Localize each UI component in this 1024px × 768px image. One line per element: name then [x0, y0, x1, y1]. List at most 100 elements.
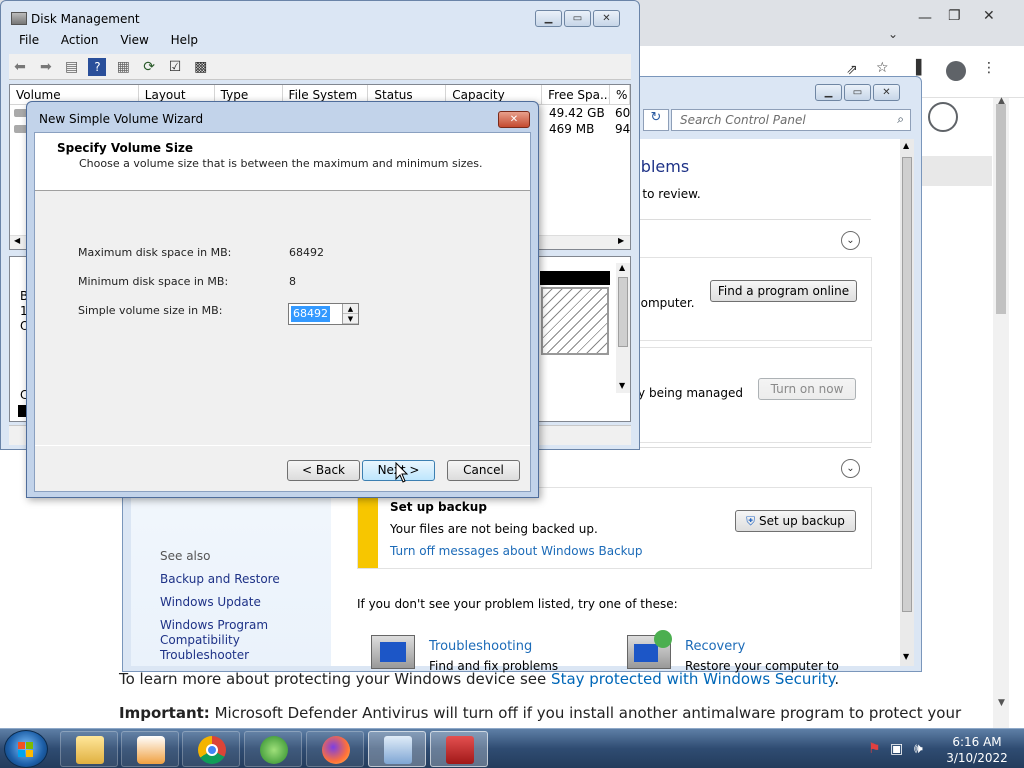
side-panel-icon[interactable]: ▌ — [916, 60, 927, 76]
start-button[interactable] — [4, 730, 48, 768]
taskbar-chrome[interactable] — [182, 731, 240, 767]
unallocated-partition[interactable] — [541, 287, 609, 355]
wizard-body: Specify Volume Size Choose a volume size… — [34, 132, 531, 492]
recovery-link[interactable]: Recovery — [685, 639, 745, 654]
chrome-icon — [198, 736, 226, 764]
show-hide-console-tree-icon[interactable]: ▤ — [63, 58, 81, 76]
taskbar-computer-management[interactable] — [430, 731, 488, 767]
volume-size-input[interactable]: 68492 — [291, 306, 330, 322]
important-text: Important: Microsoft Defender Antivirus … — [119, 704, 962, 722]
expand-maintenance-chevron-icon[interactable]: ⌄ — [841, 459, 860, 478]
compat-troubleshooter-link[interactable]: Windows Program Compatibility Troublesho… — [160, 618, 325, 663]
menu-help[interactable]: Help — [171, 33, 198, 47]
min-space-value: 8 — [289, 275, 296, 288]
backup-title: Set up backup — [390, 500, 487, 514]
tab-search-chevron-icon[interactable]: ⌄ — [888, 27, 898, 41]
wizard-close-button[interactable]: ✕ — [498, 111, 530, 128]
page-scroll-thumb[interactable] — [996, 104, 1006, 314]
back-button[interactable]: < Back — [287, 460, 360, 481]
dm-minimize-button[interactable]: ▁ — [535, 10, 562, 27]
menu-file[interactable]: File — [19, 33, 39, 47]
search-icon[interactable]: ⌕ — [897, 112, 904, 127]
cp-scroll-thumb[interactable] — [902, 157, 912, 612]
profile-avatar-icon[interactable] — [946, 61, 966, 81]
page-scrollbar[interactable]: ▲ ▼ — [993, 96, 1009, 728]
system-tray: ⚑ ▣ 🕪 6:16 AM 3/10/2022 — [860, 731, 1024, 767]
expand-security-chevron-icon[interactable]: ⌄ — [841, 231, 860, 250]
windows-explorer-icon — [76, 736, 104, 764]
taskbar-firefox[interactable] — [306, 731, 364, 767]
volume-icon[interactable]: 🕪 — [914, 741, 923, 757]
cp-subtext: n to review. — [631, 187, 701, 201]
taskbar-clock[interactable]: 6:16 AM 3/10/2022 — [942, 734, 1012, 766]
turn-off-backup-messages-link[interactable]: Turn off messages about Windows Backup — [390, 544, 642, 558]
cp-minimize-button[interactable]: ▁ — [815, 84, 842, 101]
network-icon[interactable]: ▣ — [890, 741, 903, 757]
troubleshooting-icon[interactable] — [371, 635, 415, 669]
check-icon[interactable]: ☑ — [166, 58, 184, 76]
browser-close-icon[interactable]: ✕ — [983, 8, 995, 24]
recovery-icon[interactable] — [627, 630, 672, 669]
find-program-button[interactable]: Find a program online — [710, 280, 857, 302]
backup-box: Set up backup Your files are not being b… — [357, 487, 872, 569]
max-space-value: 68492 — [289, 246, 324, 259]
rescan-icon[interactable]: ▩ — [192, 58, 210, 76]
clock-time: 6:16 AM — [952, 735, 1002, 749]
backup-desc: Your files are not being backed up. — [390, 522, 598, 536]
disk-management-app-icon — [11, 12, 27, 25]
dm-caption-buttons: ▁ ▭ ✕ — [535, 10, 620, 27]
action-center-flag-icon[interactable]: ⚑ — [868, 741, 881, 757]
refresh-icon[interactable]: ⟳ — [140, 58, 158, 76]
bookmark-star-icon[interactable]: ☆ — [876, 60, 889, 76]
help-book-icon[interactable]: ? — [88, 58, 107, 76]
toolbox-icon — [446, 736, 474, 764]
col-percent-free[interactable]: % F — [610, 85, 630, 104]
windows-update-link[interactable]: Windows Update — [160, 595, 261, 609]
taskbar-media-player[interactable] — [121, 731, 179, 767]
row1-free: 49.42 GB — [549, 106, 605, 120]
spin-up-icon[interactable]: ▲ — [343, 304, 358, 314]
spin-buttons: ▲ ▼ — [342, 304, 358, 324]
backup-warning-bar — [358, 488, 378, 568]
taskbar-explorer[interactable] — [60, 731, 118, 767]
cp-search-input[interactable]: Search Control Panel ⌕ — [671, 109, 911, 131]
wizard-separator — [35, 445, 530, 446]
taskbar: ⚑ ▣ 🕪 6:16 AM 3/10/2022 — [0, 728, 1024, 768]
back-arrow-icon[interactable]: ⬅ — [11, 58, 29, 76]
dm-maximize-button[interactable]: ▭ — [564, 10, 591, 27]
dm-window-title: Disk Management — [31, 12, 140, 26]
taskbar-control-panel[interactable] — [368, 731, 426, 767]
turn-on-now-button[interactable]: Turn on now — [758, 378, 856, 400]
firefox-icon — [322, 736, 350, 764]
cp-caption-buttons: ▁ ▭ ✕ — [815, 84, 900, 101]
cp-maximize-button[interactable]: ▭ — [844, 84, 871, 101]
windows-security-icon — [260, 736, 288, 764]
row1-pct: 60 — [615, 106, 631, 120]
menu-action[interactable]: Action — [61, 33, 99, 47]
backup-restore-link[interactable]: Backup and Restore — [160, 572, 280, 586]
volume-size-spinbox[interactable]: 68492 ▲ ▼ — [288, 303, 359, 325]
refresh-icon[interactable]: ↻ — [643, 109, 669, 131]
unallocated-bar — [540, 271, 610, 285]
graph-scrollbar[interactable]: ▲ ▼ — [616, 263, 630, 393]
browser-maximize-icon[interactable]: ❐ — [948, 8, 961, 24]
cp-scrollbar[interactable]: ▲ ▼ — [900, 139, 914, 666]
troubleshooting-link[interactable]: Troubleshooting — [429, 639, 532, 654]
cancel-button[interactable]: Cancel — [447, 460, 520, 481]
browser-menu-icon[interactable]: ⋮ — [982, 60, 996, 76]
dm-close-button[interactable]: ✕ — [593, 10, 620, 27]
see-also-heading: See also — [160, 549, 211, 563]
troubleshooting-desc: Find and fix problems — [429, 659, 559, 673]
spin-down-icon[interactable]: ▼ — [343, 314, 358, 324]
cp-close-button[interactable]: ✕ — [873, 84, 900, 101]
set-up-backup-button[interactable]: ⛨ Set up backup — [735, 510, 856, 532]
wizard-title: New Simple Volume Wizard — [39, 112, 204, 126]
properties-icon[interactable]: ▦ — [114, 58, 132, 76]
col-free-space[interactable]: Free Spa... — [542, 85, 611, 104]
forward-arrow-icon[interactable]: ➡ — [37, 58, 55, 76]
row2-free: 469 MB — [549, 122, 595, 136]
account-icon[interactable] — [928, 102, 958, 132]
menu-view[interactable]: View — [120, 33, 148, 47]
browser-minimize-icon[interactable]: — — [918, 10, 932, 26]
taskbar-windows-security[interactable] — [244, 731, 302, 767]
